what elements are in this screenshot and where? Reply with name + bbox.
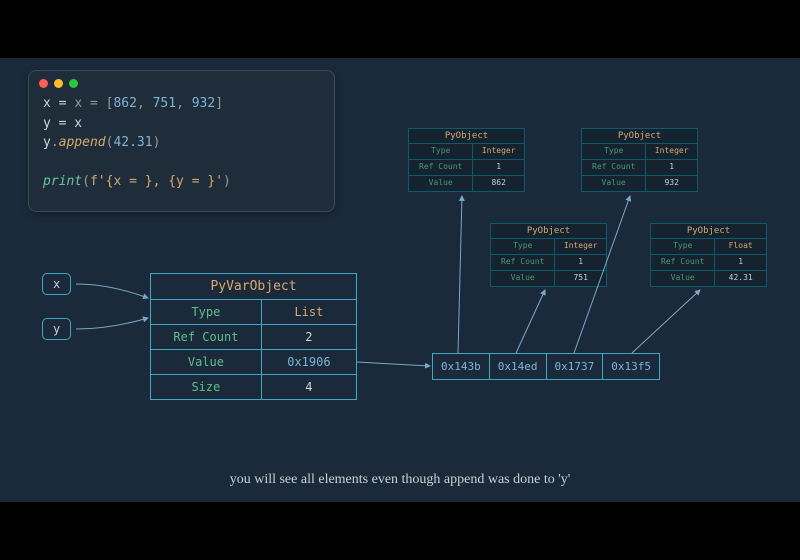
close-icon [39, 79, 48, 88]
pyobject-3-refcount: 1 [715, 255, 766, 270]
code-arg: 42.31 [113, 135, 152, 150]
pyobject-3-title: PyObject [651, 224, 766, 239]
literal-1: 751 [153, 96, 176, 111]
code-block: x = x = [862, 751, 932] y = x y.append(4… [29, 92, 334, 194]
pyvar-size-value: 4 [262, 375, 356, 399]
pointer-array: 0x143b 0x14ed 0x1737 0x13f5 [432, 353, 660, 380]
pyobject-0: PyObject TypeInteger Ref Count1 Value862 [408, 128, 525, 192]
pyobject-0-refcount: 1 [473, 160, 524, 175]
pyvar-size-label: Size [151, 375, 262, 399]
array-cell-0: 0x143b [433, 354, 490, 379]
pyvar-value-label: Value [151, 350, 262, 374]
var-x-label: x [53, 277, 60, 291]
bracket-open: x = [ [74, 96, 113, 111]
var-y-box: y [42, 318, 71, 340]
pyvarobject-title: PyVarObject [151, 274, 356, 300]
pyobject-2: PyObject TypeInteger Ref Count1 Value932 [581, 128, 698, 192]
pyobject-1: PyObject TypeInteger Ref Count1 Value751 [490, 223, 607, 287]
pyvar-refcount-label: Ref Count [151, 325, 262, 349]
pyobject-2-value: 932 [646, 176, 697, 191]
code-obj: y [43, 135, 51, 150]
caption-text: you will see all elements even though ap… [0, 472, 800, 488]
minimize-icon [54, 79, 63, 88]
diagram-canvas: x = x = [862, 751, 932] y = x y.append(4… [0, 58, 800, 502]
pyvar-type-value: List [262, 300, 356, 324]
array-cell-1: 0x14ed [490, 354, 547, 379]
code-line-2: y = x [43, 116, 82, 131]
code-method: append [59, 135, 106, 150]
code-print: print [43, 174, 82, 189]
var-y-label: y [53, 322, 60, 336]
pyobject-0-value: 862 [473, 176, 524, 191]
pyobject-1-refcount: 1 [555, 255, 606, 270]
pyobject-1-value: 751 [555, 271, 606, 286]
array-cell-3: 0x13f5 [603, 354, 659, 379]
pyvar-row-type: Type List [151, 300, 356, 325]
code-window: x = x = [862, 751, 932] y = x y.append(4… [28, 70, 335, 212]
maximize-icon [69, 79, 78, 88]
pyvarobject-box: PyVarObject Type List Ref Count 2 Value … [150, 273, 357, 400]
pyvar-row-value: Value 0x1906 [151, 350, 356, 375]
window-controls [29, 71, 334, 92]
pyobject-3: PyObject TypeFloat Ref Count1 Value42.31 [650, 223, 767, 287]
pyvar-refcount-value: 2 [262, 325, 356, 349]
pyvar-row-size: Size 4 [151, 375, 356, 399]
pyvar-row-refcount: Ref Count 2 [151, 325, 356, 350]
array-cell-2: 0x1737 [547, 354, 604, 379]
pyobject-2-type: Integer [646, 144, 697, 159]
pyvar-value-value: 0x1906 [262, 350, 356, 374]
pyobject-3-value: 42.31 [715, 271, 766, 286]
bracket-close: ] [215, 96, 223, 111]
var-x-box: x [42, 273, 71, 295]
pyobject-0-title: PyObject [409, 129, 524, 144]
literal-2: 932 [192, 96, 215, 111]
pyobject-2-title: PyObject [582, 129, 697, 144]
code-fstring: f'{x = }, {y = }' [90, 174, 223, 189]
pyobject-1-type: Integer [555, 239, 606, 254]
pyvar-type-label: Type [151, 300, 262, 324]
pyobject-1-title: PyObject [491, 224, 606, 239]
pyobject-2-refcount: 1 [646, 160, 697, 175]
pyobject-0-type: Integer [473, 144, 524, 159]
literal-0: 862 [113, 96, 136, 111]
pyobject-3-type: Float [715, 239, 766, 254]
